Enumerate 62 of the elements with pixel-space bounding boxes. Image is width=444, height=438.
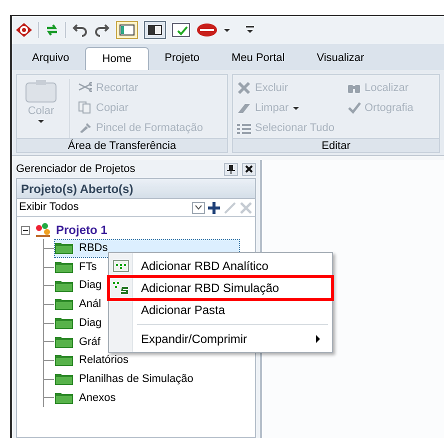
caret-icon [38, 120, 44, 122]
ribbon-tab[interactable]: Visualizar [300, 47, 380, 70]
list-icon [237, 122, 251, 136]
filter-dropdown[interactable]: Exibir Todos [19, 199, 192, 216]
folder-icon [55, 373, 73, 386]
cross-icon [237, 81, 251, 95]
eraser-icon [237, 101, 251, 116]
brush-icon [78, 121, 92, 135]
menu-item[interactable]: Adicionar RBD Simulação [109, 277, 332, 299]
dropdown-button[interactable] [192, 202, 205, 214]
tree-item[interactable]: Anál [54, 295, 106, 314]
tree-item[interactable]: Diag [54, 276, 107, 295]
expander-icon[interactable] [21, 226, 30, 234]
folder-icon [55, 298, 73, 310]
close-icon [245, 165, 253, 173]
folder-icon [55, 336, 73, 348]
tree-item[interactable]: Relatórios [54, 351, 134, 370]
tree-item[interactable]: Anexos [54, 388, 121, 408]
undo-icon[interactable] [72, 23, 88, 37]
folder-icon [55, 242, 73, 254]
pin-icon [227, 164, 235, 174]
folder-icon [55, 261, 73, 274]
ribbon-tab[interactable]: Arquivo [16, 47, 86, 70]
caret-icon[interactable] [224, 28, 230, 32]
panel-title: Gerenciador de Projetos [16, 162, 136, 177]
check-icon [346, 101, 360, 116]
section-header: Projeto(s) Aberto(s) [17, 179, 255, 199]
diagram-icon [113, 260, 129, 272]
logo-icon[interactable] [196, 23, 218, 37]
tree-item[interactable]: Planilhas de Simulação [54, 370, 198, 388]
chevron-icon [195, 205, 202, 210]
checklist-icon[interactable] [172, 23, 190, 37]
folder-icon [55, 317, 73, 330]
scissors-icon [78, 81, 92, 95]
folder-icon [55, 280, 73, 292]
ribbon-tab[interactable]: Projeto [148, 47, 216, 70]
clipboard-icon [25, 79, 57, 103]
copy-icon [78, 101, 92, 115]
refresh-icon[interactable] [45, 23, 59, 37]
group-label: Editar [233, 138, 439, 152]
menu-item[interactable]: Adicionar RBD Analítico [109, 255, 332, 277]
project-label[interactable]: Projeto 1 [56, 221, 108, 239]
plus-icon[interactable] [207, 200, 221, 214]
pin-button[interactable] [224, 162, 238, 176]
redo-icon[interactable] [94, 23, 110, 37]
ribbon-tab[interactable]: Home [85, 47, 149, 70]
logo-icon[interactable] [16, 23, 32, 37]
folder-icon [55, 354, 73, 366]
panel-icon[interactable] [116, 21, 138, 39]
diagram-icon [112, 281, 130, 295]
tree-item[interactable]: Diag [54, 314, 107, 332]
tree-item[interactable]: FTs [54, 258, 102, 276]
group-label: Área de Transferência [17, 138, 227, 152]
tree-item[interactable]: Gráf [54, 332, 106, 352]
panel-icon[interactable] [144, 21, 166, 39]
menu-item[interactable]: Adicionar Pasta [109, 299, 332, 321]
project-icon [34, 222, 52, 238]
customize-icon[interactable] [244, 25, 256, 35]
folder-icon [55, 392, 73, 404]
ribbon-tab[interactable]: Meu Portal [216, 47, 301, 70]
menu-item[interactable]: Expandir/Comprimir [109, 328, 332, 350]
close-button[interactable] [242, 162, 256, 176]
